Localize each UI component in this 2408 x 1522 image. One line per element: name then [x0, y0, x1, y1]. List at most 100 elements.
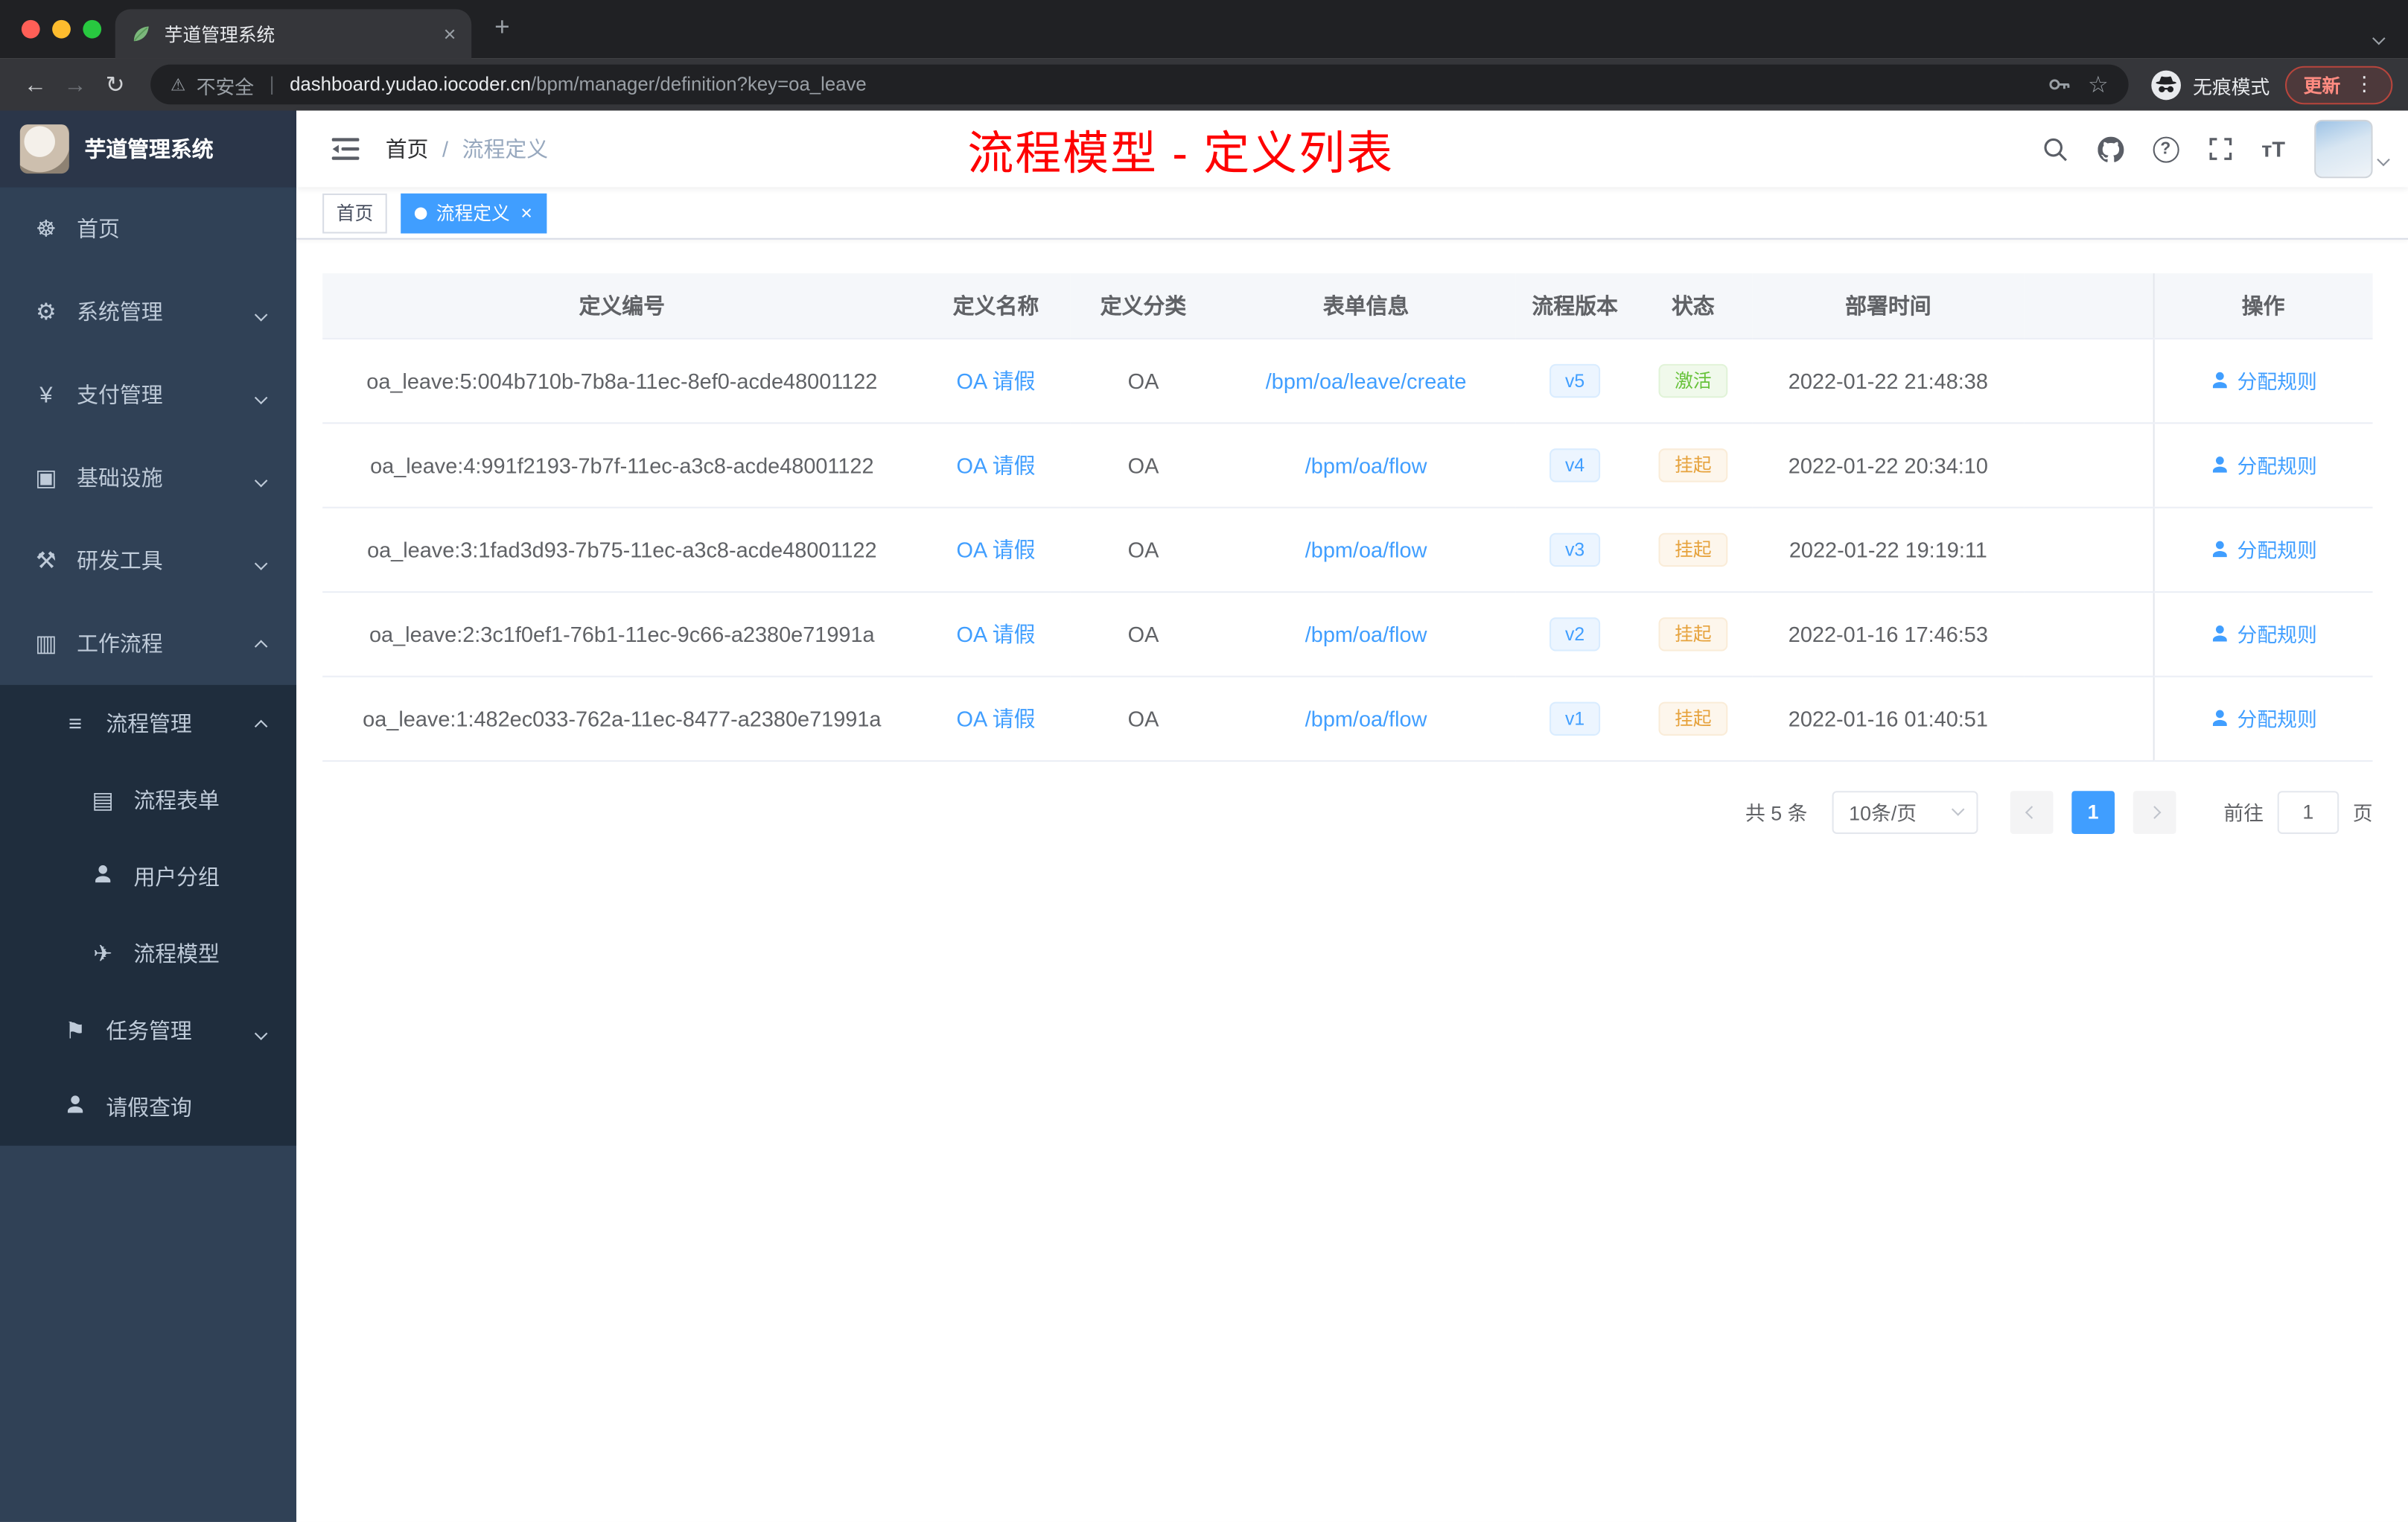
assign-rule-button[interactable]: 分配规则 — [2209, 450, 2317, 479]
definition-name-link[interactable]: OA 请假 — [957, 621, 1036, 646]
sidebar-item-system[interactable]: ⚙ 系统管理 — [0, 270, 296, 353]
page-unit-label: 页 — [2352, 801, 2373, 825]
form-link[interactable]: /bpm/oa/flow — [1305, 621, 1427, 646]
minimize-window-button[interactable] — [52, 19, 71, 39]
app-logo-row[interactable]: 芋道管理系统 — [0, 110, 297, 188]
breadcrumb-home[interactable]: 首页 — [386, 133, 429, 164]
sidebar-item-process-form[interactable]: ▤ 流程表单 — [0, 762, 296, 838]
sidebar-item-user-group[interactable]: 用户分组 — [0, 838, 296, 915]
cell-deploy-time: 2022-01-22 19:19:11 — [1752, 506, 2025, 593]
browser-tab[interactable]: 芋道管理系统 × — [115, 9, 472, 59]
table-row: oa_leave:5:004b710b-7b8a-11ec-8ef0-acde4… — [322, 337, 2373, 424]
key-icon[interactable] — [2046, 72, 2071, 97]
tag-home[interactable]: 首页 — [322, 192, 387, 233]
table-row: oa_leave:4:991f2193-7b7f-11ec-a3c8-acde4… — [322, 422, 2373, 508]
chevron-up-icon — [254, 631, 268, 656]
url-text: dashboard.yudao.iocoder.cn/bpm/manager/d… — [290, 74, 867, 95]
definition-name-link[interactable]: OA 请假 — [957, 537, 1036, 561]
incognito-icon — [2151, 69, 2181, 100]
form-link[interactable]: /bpm/oa/leave/create — [1266, 368, 1467, 392]
update-button[interactable]: 更新 ⋮ — [2284, 65, 2393, 104]
assign-rule-button[interactable]: 分配规则 — [2209, 704, 2317, 733]
yen-icon: ¥ — [39, 381, 53, 408]
chevron-down-icon — [254, 383, 268, 407]
user-icon — [2212, 372, 2227, 389]
tags-bar: 首页 流程定义 × — [296, 188, 2408, 240]
sidebar-item-task-management[interactable]: ⚑ 任务管理 — [0, 992, 296, 1069]
form-link[interactable]: /bpm/oa/flow — [1305, 537, 1427, 561]
page-size-select[interactable]: 10条/页 — [1832, 790, 1978, 833]
sidebar-item-home[interactable]: ☸ 首页 — [0, 188, 296, 270]
cell-deploy-time: 2022-01-22 20:34:10 — [1752, 422, 2025, 508]
search-icon[interactable] — [2042, 136, 2068, 162]
definition-name-link[interactable]: OA 请假 — [957, 452, 1036, 477]
user-icon — [2212, 456, 2227, 473]
app-logo — [19, 124, 69, 174]
form-link[interactable]: /bpm/oa/flow — [1305, 452, 1427, 477]
breadcrumb: 首页 / 流程定义 — [386, 133, 548, 164]
definition-name-link[interactable]: OA 请假 — [957, 368, 1036, 392]
traffic-lights — [21, 19, 102, 39]
fullscreen-icon[interactable] — [2208, 137, 2232, 162]
avatar[interactable] — [2314, 119, 2373, 179]
address-bar[interactable]: ⚠ 不安全 | dashboard.yudao.iocoder.cn/bpm/m… — [150, 64, 2129, 105]
sidebar-item-leave-query[interactable]: 请假查询 — [0, 1069, 296, 1146]
monitor-icon: ▣ — [35, 465, 57, 491]
user-icon — [2212, 625, 2227, 642]
chevron-down-icon — [254, 299, 268, 324]
update-label[interactable]: 更新 — [2304, 71, 2341, 98]
assign-rule-button[interactable]: 分配规则 — [2209, 619, 2317, 648]
browser-toolbar: ← → ↻ ⚠ 不安全 | dashboard.yudao.iocoder.cn… — [0, 58, 2408, 111]
dashboard-icon: ☸ — [35, 216, 57, 243]
version-badge: v3 — [1549, 532, 1600, 567]
sidebar-item-dev-tools[interactable]: ⚒ 研发工具 — [0, 519, 296, 602]
user-menu[interactable] — [2314, 119, 2390, 179]
tag-close-icon[interactable]: × — [520, 203, 532, 223]
breadcrumb-separator: / — [442, 136, 449, 162]
gear-icon: ⚙ — [35, 299, 57, 326]
cell-definition-id: oa_leave:3:1fad3d93-7b75-11ec-a3c8-acde4… — [322, 506, 922, 593]
close-window-button[interactable] — [21, 19, 40, 39]
navbar: 首页 / 流程定义 流程模型 - 定义列表 ? тT — [296, 111, 2408, 188]
tab-favicon-icon — [133, 26, 149, 42]
tab-close-icon[interactable]: × — [444, 22, 456, 46]
user-icon — [2212, 710, 2227, 726]
status-badge: 挂起 — [1659, 701, 1727, 735]
sidebar: 芋道管理系统 ☸ 首页 ⚙ 系统管理 ¥ 支付管理 ▣ 基础设施 ⚒ 研发工具 … — [0, 110, 297, 1522]
chevron-up-icon — [254, 711, 268, 736]
sidebar-item-payment[interactable]: ¥ 支付管理 — [0, 353, 296, 436]
reload-button[interactable]: ↻ — [95, 71, 136, 98]
help-icon[interactable]: ? — [2152, 136, 2179, 162]
current-page[interactable]: 1 — [2071, 790, 2115, 833]
form-link[interactable]: /bpm/oa/flow — [1305, 706, 1427, 730]
pagination-total: 共 5 条 — [1745, 801, 1808, 825]
chevron-down-icon — [254, 1018, 268, 1042]
user-icon — [62, 1094, 89, 1121]
sidebar-item-infrastructure[interactable]: ▣ 基础设施 — [0, 436, 296, 519]
goto-page-input[interactable] — [2277, 790, 2339, 833]
prev-page-button[interactable] — [2010, 790, 2054, 833]
sidebar-item-process-management[interactable]: ≡ 流程管理 — [0, 685, 296, 762]
not-secure-warning-icon: ⚠ — [170, 76, 186, 95]
back-button[interactable]: ← — [16, 71, 56, 98]
new-tab-button[interactable]: + — [494, 14, 509, 40]
page-content: 定义编号 定义名称 定义分类 表单信息 流程版本 状态 部署时间 操作 oa_l… — [296, 240, 2408, 1522]
table-row: oa_leave:1:482ec033-762a-11ec-8477-a2380… — [322, 675, 2373, 761]
sidebar-item-workflow[interactable]: ▥ 工作流程 — [0, 602, 296, 685]
assign-rule-button[interactable]: 分配规则 — [2209, 535, 2317, 564]
browser-menu-icon[interactable]: ⋮ — [2354, 72, 2374, 97]
window-chevron-icon[interactable] — [2372, 23, 2386, 51]
definitions-table: 定义编号 定义名称 定义分类 表单信息 流程版本 状态 部署时间 操作 oa_l… — [322, 273, 2373, 761]
hamburger-icon[interactable] — [331, 137, 360, 162]
user-group-icon — [89, 863, 117, 891]
bookmark-star-icon[interactable]: ☆ — [2088, 73, 2109, 96]
github-icon[interactable] — [2097, 136, 2124, 162]
sidebar-item-process-model[interactable]: ✈ 流程模型 — [0, 915, 296, 992]
forward-button[interactable]: → — [55, 71, 95, 98]
definition-name-link[interactable]: OA 请假 — [957, 706, 1036, 730]
tag-process-definition[interactable]: 流程定义 × — [401, 192, 547, 233]
next-page-button[interactable] — [2133, 790, 2176, 833]
font-size-icon[interactable]: тT — [2261, 137, 2285, 162]
assign-rule-button[interactable]: 分配规则 — [2209, 366, 2317, 395]
zoom-window-button[interactable] — [83, 19, 102, 39]
